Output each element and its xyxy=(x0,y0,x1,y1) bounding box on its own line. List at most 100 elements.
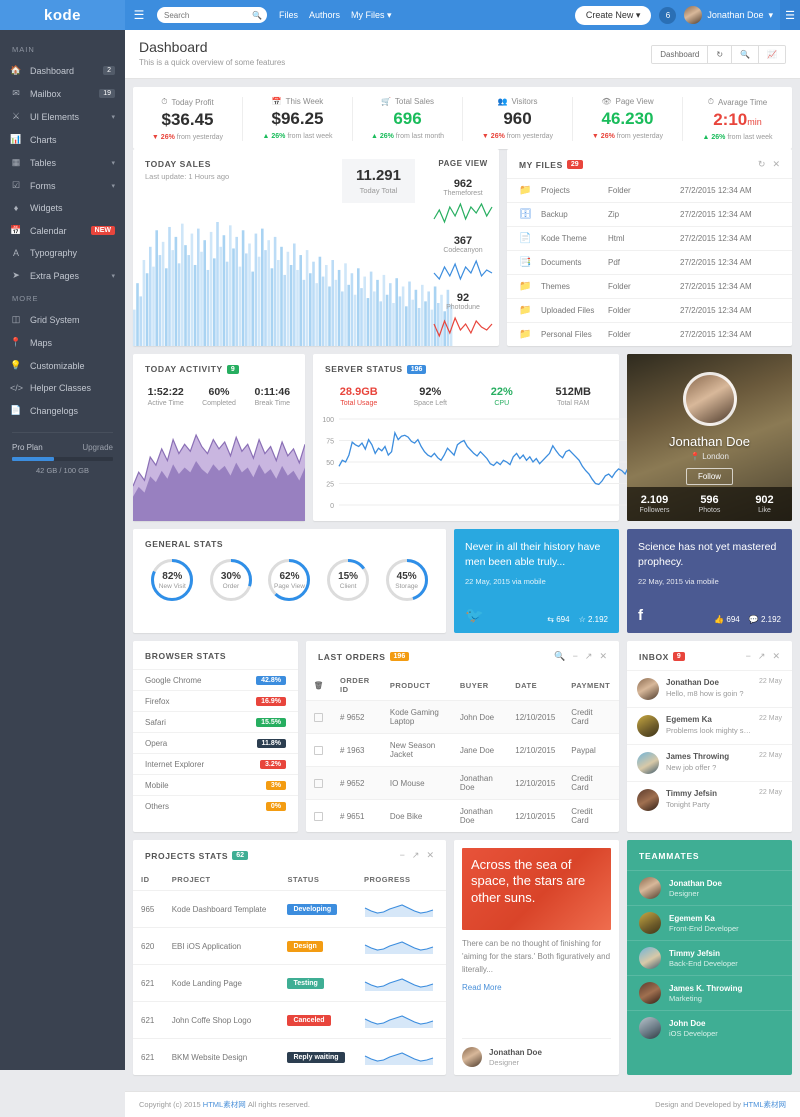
sidebar-item-forms[interactable]: ☑ Forms ▾ xyxy=(0,174,125,197)
project-id: 621 xyxy=(133,964,164,1002)
sidebar-item-grid-system[interactable]: ◫ Grid System xyxy=(0,308,125,331)
sidebar-item-helper-classes[interactable]: </> Helper Classes xyxy=(0,377,125,399)
file-row[interactable]: 📄 Kode Theme Html 27/2/2015 12:34 AM xyxy=(507,226,792,250)
table-row[interactable]: 621 John Coffe Shop Logo Canceled xyxy=(133,1001,446,1039)
progress-sparkline xyxy=(364,904,434,917)
hamburger-icon[interactable]: ☰ xyxy=(125,8,153,22)
brand-logo[interactable]: kode xyxy=(0,0,125,30)
file-row[interactable]: 📁 Themes Folder 27/2/2015 12:34 AM xyxy=(507,274,792,298)
expand-icon[interactable]: ↗ xyxy=(412,850,420,861)
breadcrumb-dashboard[interactable]: Dashboard xyxy=(652,46,708,63)
table-row[interactable]: 965 Kode Dashboard Template Developing xyxy=(133,890,446,928)
nav-my-files[interactable]: My Files ▾ xyxy=(351,10,392,21)
file-row[interactable]: 📁 Personal Files Folder 27/2/2015 12:34 … xyxy=(507,322,792,346)
inbox-message[interactable]: James Throwing New job offer ? 22 May xyxy=(627,744,792,781)
search-box[interactable]: 🔍 xyxy=(157,7,267,23)
read-more-link[interactable]: Read More xyxy=(462,983,611,992)
refresh-icon[interactable]: ↻ xyxy=(707,46,732,63)
sidebar-item-customizable[interactable]: 💡 Customizable xyxy=(0,354,125,377)
table-row[interactable]: 620 EBI iOS Application Design xyxy=(133,927,446,965)
search-icon[interactable]: 🔍 xyxy=(252,11,262,20)
search-input[interactable] xyxy=(164,10,252,20)
create-new-button[interactable]: Create New ▾ xyxy=(574,5,652,25)
table-row[interactable]: 621 Kode Landing Page Testing xyxy=(133,964,446,1002)
sidebar-item-typography[interactable]: A Typography xyxy=(0,242,125,264)
close-icon[interactable]: ✕ xyxy=(426,850,434,861)
body-wrapper: MAIN 🏠 Dashboard 2 ✉ Mailbox 19 ⚔ UI Ele… xyxy=(0,30,800,1117)
table-header-row: ID PROJECT STATUS PROGRESS xyxy=(133,869,446,891)
nav-authors[interactable]: Authors xyxy=(309,10,340,21)
browser-orders-inbox-row: BROWSER STATS Google Chrome 42.8% Firefox… xyxy=(133,641,792,832)
teammate-row[interactable]: James K. Throwing Marketing xyxy=(627,975,792,1010)
project-status: Design xyxy=(279,927,356,965)
row-checkbox[interactable] xyxy=(306,700,333,734)
chart-icon[interactable]: 📈 xyxy=(758,46,785,63)
file-row[interactable]: 📑 Documents Pdf 27/2/2015 12:34 AM xyxy=(507,250,792,274)
search-icon[interactable]: 🔍 xyxy=(731,46,759,63)
donut-label: Client xyxy=(339,582,357,590)
close-icon[interactable]: ✕ xyxy=(772,159,780,170)
file-row[interactable]: 📁 Uploaded Files Folder 27/2/2015 12:34 … xyxy=(507,298,792,322)
browser-percent-badge: 15.5% xyxy=(256,717,286,727)
notification-badge[interactable]: 6 xyxy=(659,6,677,24)
refresh-icon[interactable]: ↻ xyxy=(758,159,766,170)
expand-icon[interactable]: ↗ xyxy=(758,651,766,662)
upgrade-link[interactable]: Upgrade xyxy=(82,443,113,452)
post-meta: 22 May, 2015 via mobile xyxy=(638,577,719,587)
user-menu[interactable]: Jonathan Doe ▾ xyxy=(684,6,773,24)
my-files-card: MY FILES 29 ↻ ✕ 📁 Projects Folder 27/2/2… xyxy=(507,149,792,346)
right-panel-toggle-icon[interactable]: ☰ xyxy=(780,0,800,30)
teammate-row[interactable]: John Doe iOS Developer xyxy=(627,1010,792,1045)
footer-link[interactable]: HTML素材网 xyxy=(743,1100,786,1109)
table-row[interactable]: # 9652 IO Mouse Jonathan Doe 12/10/2015 Cr… xyxy=(306,766,619,800)
inbox-message[interactable]: Jonathan Doe Hello, m8 how is goin ? 22 … xyxy=(627,670,792,707)
stat-value: $36.45 xyxy=(161,110,214,129)
minimize-icon[interactable]: − xyxy=(400,850,405,861)
nav-files[interactable]: Files xyxy=(279,10,298,21)
inbox-message[interactable]: Timmy Jefsin Tonight Party 22 May xyxy=(627,781,792,818)
table-row[interactable]: # 1963 New Season Jacket Jane Doe 12/10/20… xyxy=(306,733,619,767)
page-view-codecanyon: 367 Codecanyon xyxy=(431,235,495,282)
general-stats-donuts: 82% New Visit 30% Order 62% Page View 15% Clien… xyxy=(133,551,446,617)
search-icon[interactable]: 🔍 xyxy=(554,651,565,662)
close-icon[interactable]: ✕ xyxy=(772,651,780,662)
stat-delta: ▼ 26% from yesterday xyxy=(481,133,554,140)
order-payment: Credit Card xyxy=(563,700,619,734)
footer-link[interactable]: HTML素材网 xyxy=(203,1100,246,1109)
file-row[interactable]: 🗄 Backup Zip 27/2/2015 12:34 AM xyxy=(507,202,792,226)
close-icon[interactable]: ✕ xyxy=(599,651,607,662)
follow-button[interactable]: Follow xyxy=(685,468,734,485)
metric-total-usage: 28.9GB Total Usage xyxy=(339,386,378,407)
sidebar-item-extra-pages[interactable]: ➤ Extra Pages ▾ xyxy=(0,264,125,287)
row-checkbox[interactable] xyxy=(306,766,333,800)
page-subtitle: This is a quick overview of some feature… xyxy=(139,58,286,67)
teammate-row[interactable]: Jonathan Doe Designer xyxy=(627,870,792,905)
sidebar-item-label: Grid System xyxy=(30,314,80,325)
sidebar-item-widgets[interactable]: ♦ Widgets xyxy=(0,197,125,219)
sparkline-codecanyon xyxy=(433,259,493,281)
sidebar-item-maps[interactable]: 📍 Maps xyxy=(0,331,125,354)
sidebar-item-dashboard[interactable]: 🏠 Dashboard 2 xyxy=(0,59,125,82)
project-progress xyxy=(355,927,446,965)
expand-icon[interactable]: ↗ xyxy=(585,651,593,662)
sidebar-item-tables[interactable]: ▦ Tables ▾ xyxy=(0,151,125,174)
row-checkbox[interactable] xyxy=(306,799,333,832)
minimize-icon[interactable]: − xyxy=(573,651,578,662)
teammate-row[interactable]: Egemem Ka Front-End Developer xyxy=(627,905,792,940)
teammate-row[interactable]: Timmy Jefsin Back-End Developer xyxy=(627,940,792,975)
sidebar-item-charts[interactable]: 📊 Charts xyxy=(0,128,125,151)
inbox-message[interactable]: Egemem Ka Problems look mighty small... … xyxy=(627,707,792,744)
sidebar-item-calendar[interactable]: 📅 Calendar NEW xyxy=(0,219,125,242)
table-row[interactable]: # 9651 Doe Bike Jonathan Doe 12/10/2015 Cr… xyxy=(306,799,619,832)
sidebar-item-mailbox[interactable]: ✉ Mailbox 19 xyxy=(0,82,125,105)
minimize-icon[interactable]: − xyxy=(746,651,751,662)
file-row[interactable]: 📁 Projects Folder 27/2/2015 12:34 AM xyxy=(507,178,792,202)
trash-icon[interactable]: 🗑 xyxy=(306,670,332,701)
card-title: TODAY ACTIVITY xyxy=(145,364,223,374)
table-row[interactable]: # 9652 Kode Gaming Laptop John Doe 12/10/2… xyxy=(306,700,619,734)
row-checkbox[interactable] xyxy=(306,733,333,767)
browser-stats-card: BROWSER STATS Google Chrome 42.8% Firefox… xyxy=(133,641,298,832)
sidebar-item-ui-elements[interactable]: ⚔ UI Elements ▾ xyxy=(0,105,125,128)
sidebar-item-changelogs[interactable]: 📄 Changelogs xyxy=(0,399,125,422)
sidebar-badge: 19 xyxy=(99,89,115,98)
